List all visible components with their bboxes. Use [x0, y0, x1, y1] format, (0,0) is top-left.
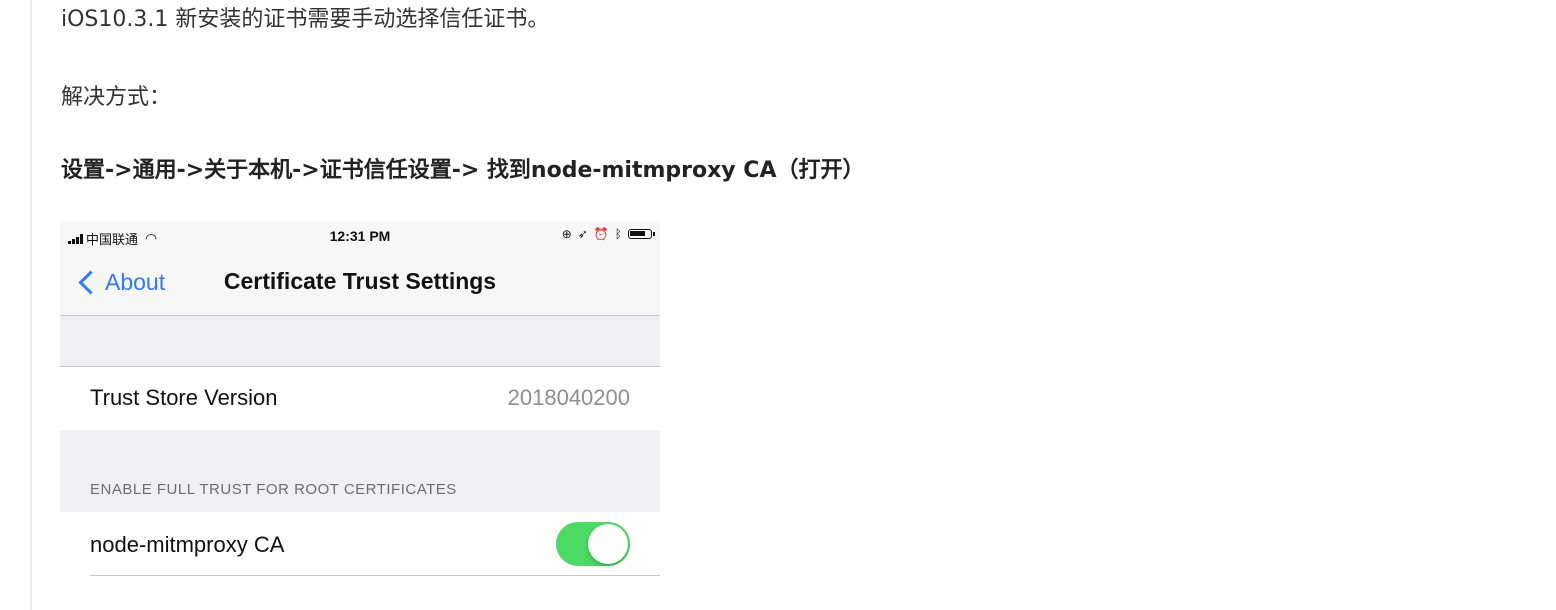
battery-icon	[628, 229, 655, 239]
row-divider	[90, 575, 660, 576]
nav-title: Certificate Trust Settings	[223, 268, 497, 294]
status-right: ⊕ ➶ ⏰ ᛒ	[561, 227, 655, 241]
alarm-icon: ⏰	[593, 227, 609, 241]
settings-path-text: 设置->通用->关于本机->证书信任设置-> 找到node-mitmproxy …	[61, 158, 865, 183]
full-trust-toggle[interactable]	[556, 522, 630, 566]
solution-heading: 解决方式：	[61, 85, 172, 110]
intro-text: iOS10.3.1 新安装的证书需要手动选择信任证书。	[61, 7, 550, 32]
certificate-row: node-mitmproxy CA	[60, 512, 660, 576]
section-spacer	[60, 316, 660, 367]
ios-screenshot: 中国联通 ◠ 12:31 PM ⊕ ➶ ⏰ ᛒ About Certificat…	[60, 221, 660, 610]
trust-store-version-label: Trust Store Version	[90, 385, 278, 410]
navigation-bar: 中国联通 ◠ 12:31 PM ⊕ ➶ ⏰ ᛒ About Certificat…	[60, 221, 660, 316]
bluetooth-icon: ᛒ	[614, 227, 622, 241]
page: iOS10.3.1 新安装的证书需要手动选择信任证书。 解决方式： 设置->通用…	[0, 0, 1556, 610]
content-left-border	[30, 0, 32, 610]
certificate-label: node-mitmproxy CA	[90, 532, 285, 557]
toggle-knob	[588, 524, 628, 564]
location-icon: ➶	[577, 227, 588, 241]
list-bottom	[60, 576, 660, 610]
trust-store-version-value: 2018040200	[507, 385, 630, 410]
trust-store-version-row: Trust Store Version 2018040200	[60, 367, 660, 430]
lock-rotation-icon: ⊕	[561, 227, 572, 241]
section-header: ENABLE FULL TRUST FOR ROOT CERTIFICATES	[90, 481, 457, 498]
status-bar: 中国联通 ◠ 12:31 PM ⊕ ➶ ⏰ ᛒ	[60, 221, 660, 255]
